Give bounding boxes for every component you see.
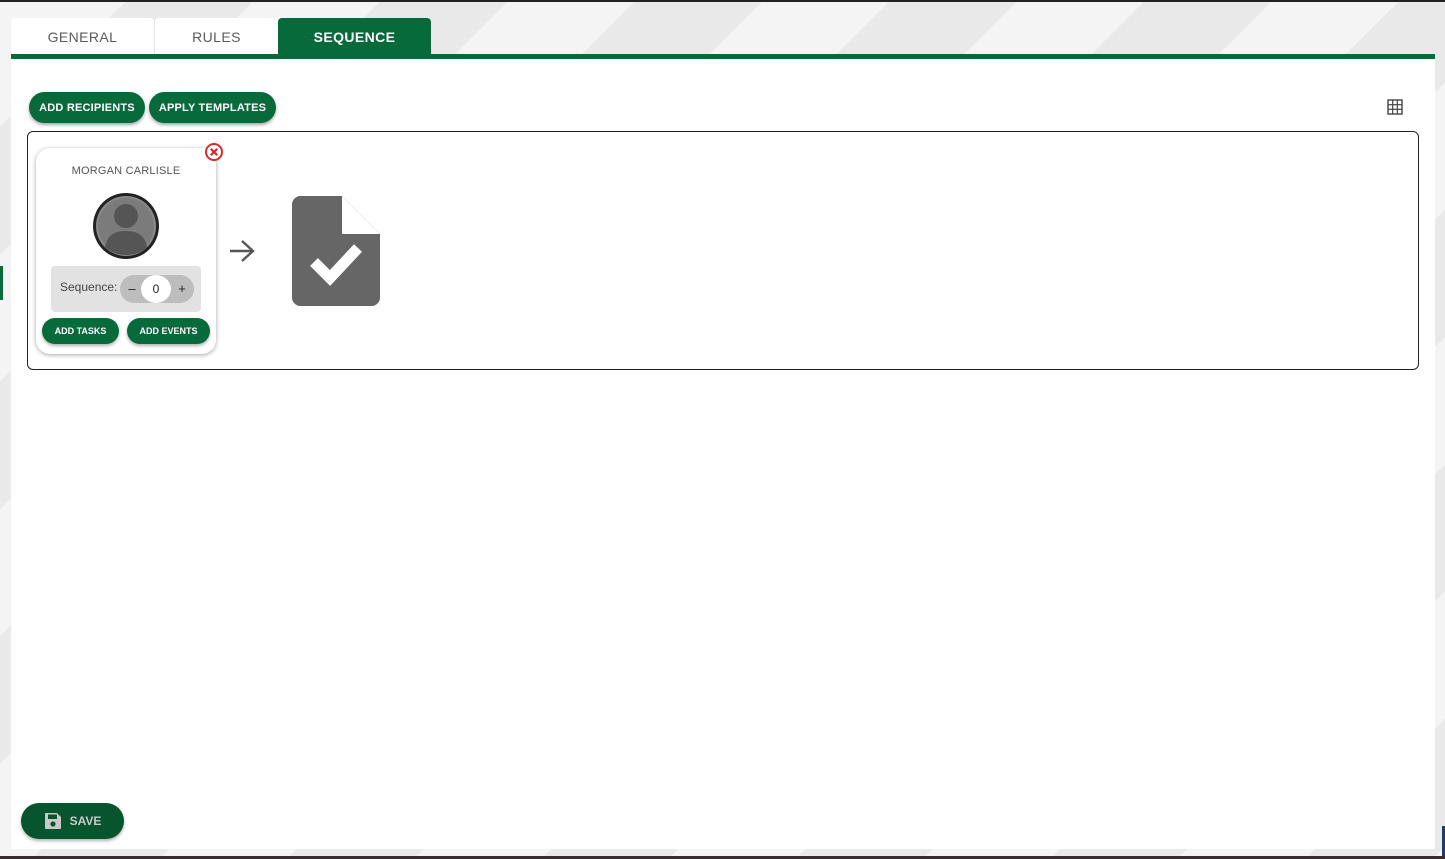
grid-icon[interactable] [1387,99,1403,115]
save-label: SAVE [69,814,102,828]
floppy-disk-icon [44,813,61,829]
add-recipients-button[interactable]: ADD RECIPIENTS [29,92,145,123]
left-edge-accent [0,266,3,300]
tab-rules[interactable]: RULES [154,18,278,55]
tab-underline [11,54,1435,59]
apply-templates-button[interactable]: APPLY TEMPLATES [149,92,276,123]
sequence-value[interactable]: 0 [141,275,171,303]
window-top-border [0,0,1445,2]
sequence-stepper[interactable]: – 0 + [120,275,194,303]
document-check-icon [292,196,380,306]
recipient-card: MORGAN CARLISLE Sequence: – 0 + ADD TASK… [36,148,216,354]
save-button[interactable]: SAVE [21,803,124,839]
arrow-right-icon [230,240,255,262]
tab-bar: GENERAL RULES SEQUENCE [11,18,431,55]
tab-sequence[interactable]: SEQUENCE [278,18,431,55]
tab-general[interactable]: GENERAL [11,18,154,55]
recipient-name: MORGAN CARLISLE [71,165,181,177]
sequence-control: Sequence: – 0 + [51,266,201,312]
add-events-button[interactable]: ADD EVENTS [127,318,210,344]
sequence-label: Sequence: [60,280,118,294]
person-avatar-icon [93,193,159,259]
add-tasks-button[interactable]: ADD TASKS [42,318,119,344]
remove-circle-icon[interactable] [204,142,224,162]
decrement-button[interactable]: – [124,280,140,298]
increment-button[interactable]: + [174,280,190,298]
